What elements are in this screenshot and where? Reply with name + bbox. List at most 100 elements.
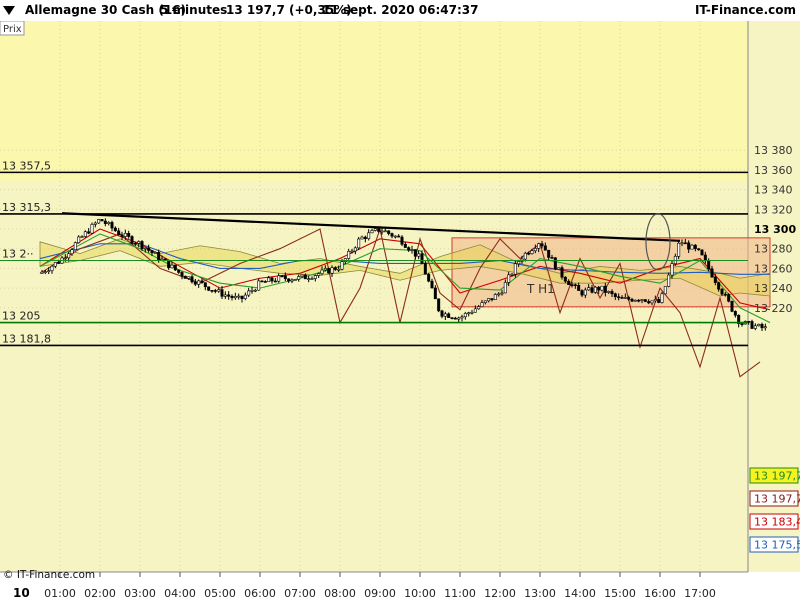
candle-body bbox=[120, 234, 124, 237]
candle-body bbox=[70, 249, 74, 255]
price-tag-label: 13 197,7 bbox=[754, 493, 800, 506]
candle-body bbox=[117, 230, 121, 236]
timeframe[interactable]: 5 minutes bbox=[160, 0, 227, 21]
candle-body bbox=[637, 299, 641, 302]
candle-body bbox=[47, 270, 51, 272]
candle-body bbox=[327, 268, 331, 274]
price-chart[interactable]: 13 357,5 13 315,3 13 2·· 13 205 13 181,8 13 … bbox=[0, 21, 800, 600]
candle-body bbox=[323, 268, 327, 271]
candle-body bbox=[693, 244, 697, 249]
candle-body bbox=[340, 261, 344, 270]
candle-body bbox=[400, 236, 404, 245]
candle-body bbox=[500, 292, 504, 295]
candle-body bbox=[233, 296, 237, 299]
candle-body bbox=[633, 299, 637, 302]
candle-body bbox=[260, 280, 264, 283]
candle-body bbox=[197, 280, 201, 285]
candle-body bbox=[107, 222, 111, 224]
price-axis-labels: 13 220 13 240 13 260 13 280 13 300 13 320 13 3… bbox=[754, 144, 796, 315]
candle-body bbox=[177, 269, 181, 273]
candle-body bbox=[67, 253, 71, 259]
candle-body bbox=[410, 249, 414, 251]
candle-body bbox=[640, 299, 644, 301]
time-tick-label: 12:00 bbox=[484, 587, 516, 600]
upper-zone-background bbox=[0, 21, 748, 182]
candle-body bbox=[697, 248, 701, 251]
candle-body bbox=[377, 228, 381, 232]
candle-body bbox=[367, 232, 371, 239]
candle-body bbox=[50, 265, 54, 271]
chart-header: Allemagne 30 Cash (1€) 5 minutes 13 197,… bbox=[0, 0, 800, 22]
candle-body bbox=[680, 242, 684, 245]
candle-body bbox=[373, 228, 377, 231]
candle-body bbox=[243, 294, 247, 299]
candle-body bbox=[760, 323, 764, 329]
candle-body bbox=[627, 297, 631, 300]
candle-body bbox=[503, 282, 507, 294]
candle-body bbox=[543, 245, 547, 251]
candle-body bbox=[470, 311, 474, 314]
candle-body bbox=[87, 231, 91, 234]
candle-body bbox=[300, 274, 304, 277]
candle-body bbox=[360, 236, 364, 240]
candle-body bbox=[63, 257, 67, 260]
candle-body bbox=[650, 300, 654, 304]
candle-body bbox=[183, 275, 187, 279]
candle-body bbox=[450, 317, 454, 319]
candle-body bbox=[270, 277, 274, 282]
candle-body bbox=[593, 286, 597, 293]
candle-body bbox=[333, 267, 337, 270]
candle-body bbox=[600, 285, 604, 291]
price-tick-label: 13 300 bbox=[754, 223, 796, 236]
candle-body bbox=[573, 284, 577, 287]
candle-body bbox=[463, 313, 467, 318]
candle-body bbox=[200, 280, 204, 283]
candle-body bbox=[337, 268, 341, 271]
candle-body bbox=[713, 276, 717, 283]
candle-body bbox=[723, 293, 727, 296]
price-tick-label: 13 260 bbox=[754, 262, 793, 275]
candle-body bbox=[440, 310, 444, 317]
candle-body bbox=[537, 243, 541, 249]
candle-body bbox=[380, 230, 384, 233]
candle-body bbox=[427, 274, 431, 282]
price-tab[interactable]: Prix bbox=[3, 24, 22, 35]
candle-body bbox=[630, 298, 634, 302]
copyright-text: © IT-Finance.com bbox=[3, 569, 95, 581]
candle-body bbox=[80, 236, 84, 238]
candle-body bbox=[460, 316, 464, 319]
candle-body bbox=[560, 267, 564, 278]
price-tick-label: 13 240 bbox=[754, 282, 793, 295]
candle-body bbox=[730, 300, 734, 312]
candle-body bbox=[643, 299, 647, 302]
candle-body bbox=[267, 277, 271, 282]
candle-body bbox=[617, 296, 621, 299]
candle-body bbox=[763, 326, 767, 329]
candle-body bbox=[210, 290, 214, 292]
candle-body bbox=[223, 294, 227, 297]
candle-body bbox=[383, 230, 387, 233]
time-tick-label: 14:00 bbox=[564, 587, 596, 600]
price-tick-label: 13 340 bbox=[754, 184, 793, 197]
candle-body bbox=[357, 238, 361, 249]
price-tick-label: 13 280 bbox=[754, 243, 793, 256]
candle-body bbox=[453, 317, 457, 320]
candle-body bbox=[220, 289, 224, 297]
candle-body bbox=[553, 257, 557, 270]
candle-body bbox=[407, 247, 411, 251]
time-tick-label: 05:00 bbox=[204, 587, 236, 600]
candle-body bbox=[133, 242, 137, 245]
candle-body bbox=[540, 243, 544, 247]
candle-body bbox=[147, 247, 151, 251]
candle-body bbox=[670, 263, 674, 276]
candle-body bbox=[157, 252, 161, 261]
candle-body bbox=[613, 293, 617, 298]
candle-body bbox=[647, 301, 651, 304]
candle-body bbox=[293, 279, 297, 281]
time-tick-label: 08:00 bbox=[324, 587, 356, 600]
candle-body bbox=[280, 275, 284, 278]
caret-down-icon[interactable] bbox=[3, 6, 15, 15]
candle-body bbox=[603, 285, 607, 293]
price-tick-label: 13 380 bbox=[754, 144, 793, 157]
candle-body bbox=[113, 227, 117, 232]
